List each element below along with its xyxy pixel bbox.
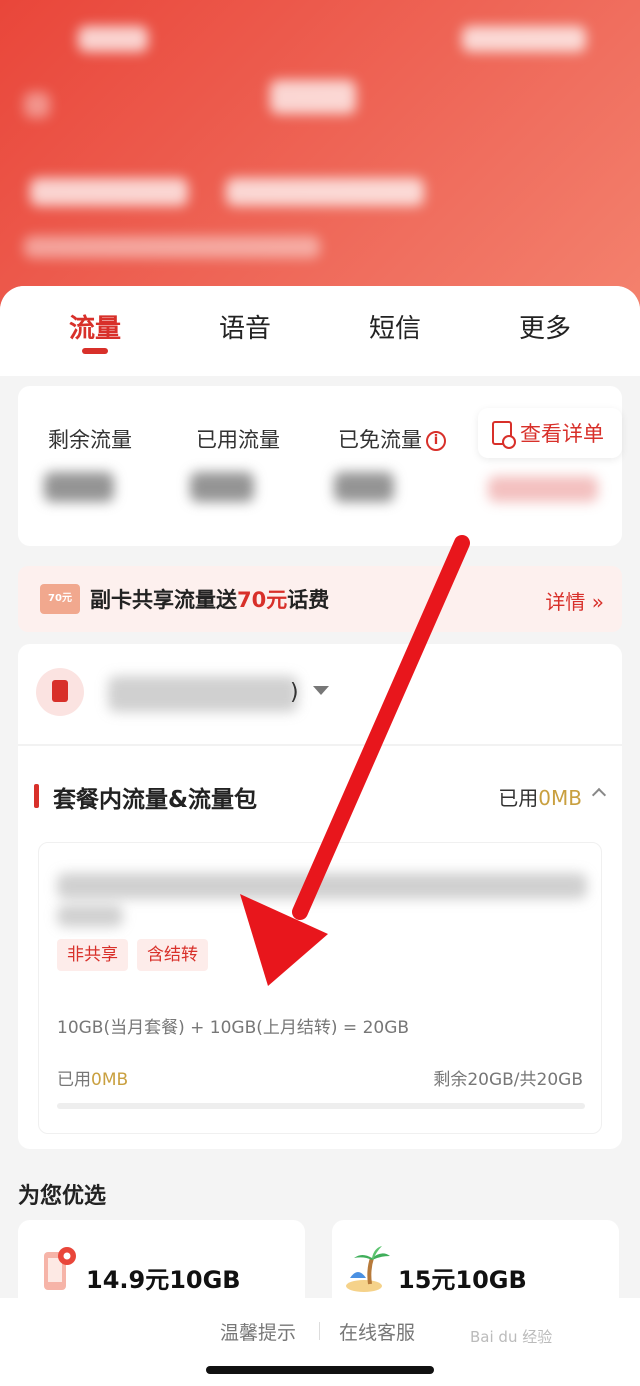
view-detail-label: 查看详单 [520, 422, 604, 446]
section-title: 套餐内流量&流量包 [53, 787, 258, 813]
used-value-blur [190, 472, 254, 502]
content-sheet: 流量 语音 短信 更多 剩余流量 已用流量 已免流量 i 查看详单 70元 副卡共… [0, 286, 640, 1386]
section-used-prefix: 已用 [498, 786, 539, 810]
promo-highlight: 70元 [237, 588, 288, 612]
status-icons-blur [462, 26, 586, 52]
recommend-title: 为您优选 [18, 1184, 107, 1209]
plan-card: ) 套餐内流量&流量包 已用0MB 非共享 含结转 10GB(当月套餐) + 1… [18, 644, 622, 1149]
phone-number-suffix: ) [290, 680, 299, 705]
used-data-label: 已用流量 [196, 428, 280, 452]
phone-location-icon [44, 1247, 76, 1290]
tips-link[interactable]: 温馨提示 [220, 1318, 296, 1345]
promo-detail-link[interactable]: 详情 » [545, 586, 604, 615]
extra-value-blur [488, 476, 598, 502]
back-icon[interactable] [24, 92, 50, 118]
document-search-icon [492, 421, 516, 449]
promo-text-end: 话费 [287, 588, 330, 612]
promo-text-start: 副卡共享流量送 [90, 588, 237, 612]
header-info-blur-2 [226, 178, 424, 206]
tab-voice[interactable]: 语音 [170, 286, 320, 376]
coupon-icon: 70元 [40, 584, 80, 614]
info-icon[interactable]: i [426, 431, 446, 451]
palm-tree-icon [346, 1246, 390, 1292]
online-service-link[interactable]: 在线客服 [339, 1318, 415, 1345]
plan-detail-box: 非共享 含结转 10GB(当月套餐) + 10GB(上月结转) = 20GB 已… [38, 842, 602, 1134]
section-used-summary[interactable]: 已用0MB [498, 782, 582, 811]
header-info-blur [30, 178, 188, 206]
header-banner [0, 0, 640, 320]
header-info-blur-3 [24, 236, 320, 258]
plan-remaining: 剩余20GB/共20GB [433, 1070, 583, 1090]
divider [18, 744, 622, 746]
free-data-text: 已免流量 [338, 428, 422, 452]
tag-rollover: 含结转 [137, 939, 208, 971]
free-data-label: 已免流量 i [338, 424, 446, 454]
remaining-data-label: 剩余流量 [48, 428, 132, 452]
tab-bar: 流量 语音 短信 更多 [0, 286, 640, 376]
plan-used: 已用0MB [57, 1065, 128, 1090]
footer-bar: 温馨提示 在线客服 Bai du 经验 [0, 1298, 640, 1386]
usage-summary-card: 剩余流量 已用流量 已免流量 i 查看详单 [18, 386, 622, 546]
promo-banner[interactable]: 70元 副卡共享流量送70元话费 详情 » [18, 566, 622, 632]
footer-divider [319, 1322, 320, 1340]
plan-name-blur-2 [57, 905, 123, 927]
promo-text: 副卡共享流量送70元话费 [90, 584, 329, 614]
plan-name-blur [57, 873, 587, 899]
phone-number-blur [108, 676, 298, 712]
section-used-value: 0MB [538, 786, 582, 810]
recommend-label: 15元10GB [398, 1266, 527, 1294]
sim-card-icon [36, 668, 84, 716]
page-title-blur [270, 80, 356, 114]
tab-more[interactable]: 更多 [470, 286, 620, 376]
plan-formula: 10GB(当月套餐) + 10GB(上月结转) = 20GB [57, 1018, 410, 1038]
status-time-blur [78, 26, 148, 52]
free-value-blur [334, 472, 394, 502]
section-marker [34, 784, 39, 808]
view-detail-button[interactable]: 查看详单 [478, 408, 622, 458]
chevron-up-icon[interactable] [591, 787, 607, 803]
home-indicator[interactable] [206, 1366, 434, 1374]
plan-used-prefix: 已用 [57, 1070, 91, 1090]
remaining-value-blur [44, 472, 114, 502]
tab-data[interactable]: 流量 [20, 286, 170, 376]
plan-used-value: 0MB [91, 1070, 129, 1090]
usage-progress-bar [57, 1103, 585, 1109]
watermark-logo: Bai du 经验 [470, 1328, 553, 1346]
tab-sms[interactable]: 短信 [320, 286, 470, 376]
recommend-label: 14.9元10GB [86, 1266, 241, 1294]
chevron-down-icon[interactable] [313, 686, 329, 695]
tag-non-shared: 非共享 [57, 939, 128, 971]
